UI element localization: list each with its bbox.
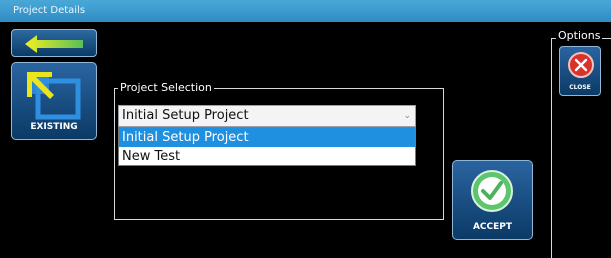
close-button[interactable]: CLOSE bbox=[559, 46, 601, 96]
title-bar: Project Details bbox=[0, 0, 611, 22]
back-button[interactable] bbox=[11, 29, 97, 57]
checkmark-icon bbox=[471, 170, 513, 212]
close-x-icon bbox=[568, 52, 594, 78]
existing-label: EXISTING bbox=[30, 122, 78, 132]
project-select-value: Initial Setup Project bbox=[122, 108, 249, 123]
project-select[interactable]: Initial Setup Project ⌄ bbox=[118, 105, 416, 127]
accept-label: ACCEPT bbox=[472, 222, 513, 232]
existing-project-icon bbox=[27, 72, 81, 120]
project-details-window: Project Details EXISTING Project Selecti… bbox=[0, 0, 611, 258]
accept-button[interactable]: ACCEPT bbox=[452, 160, 533, 240]
window-title: Project Details bbox=[13, 5, 86, 16]
project-dropdown-list: Initial Setup Project New Test bbox=[118, 127, 416, 166]
dropdown-option[interactable]: Initial Setup Project bbox=[119, 128, 415, 147]
project-selection-label: Project Selection bbox=[118, 81, 214, 95]
dropdown-option[interactable]: New Test bbox=[119, 147, 415, 166]
back-arrow-icon bbox=[25, 35, 83, 53]
options-label: Options bbox=[556, 29, 603, 43]
chevron-down-icon: ⌄ bbox=[403, 111, 411, 121]
existing-button[interactable]: EXISTING bbox=[11, 62, 97, 140]
close-label: CLOSE bbox=[569, 84, 591, 91]
